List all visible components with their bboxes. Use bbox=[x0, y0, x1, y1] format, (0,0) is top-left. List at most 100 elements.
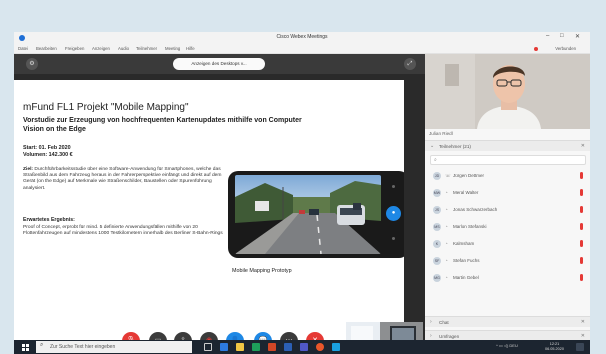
participant-row[interactable]: JS ◔ Jonas Schwarzerbach bbox=[425, 202, 590, 218]
webex-window: Cisco Webex Meetings – □ ✕ Datei Bearbei… bbox=[14, 32, 590, 354]
menu-freigeben[interactable]: Freigeben bbox=[65, 46, 84, 51]
phone-icon: ☏ bbox=[445, 173, 451, 178]
avatar: MW bbox=[433, 189, 441, 197]
edge-browser-icon[interactable] bbox=[220, 343, 228, 351]
participant-name: Jonas Schwarzerbach bbox=[453, 207, 498, 212]
participant-row[interactable]: K ◔ Kalmsham bbox=[425, 236, 590, 252]
outlook-icon[interactable] bbox=[284, 343, 292, 351]
taskbar-clock[interactable]: 12:21 06.05.2020 bbox=[545, 342, 564, 352]
shared-content-area: ⚙ Anzeigen des Desktops v... ⤢ mFund FL1… bbox=[14, 54, 425, 354]
view-dropdown[interactable]: Anzeigen des Desktops v... bbox=[173, 58, 265, 70]
task-view-icon[interactable] bbox=[204, 343, 212, 351]
computer-audio-icon: ◔ bbox=[445, 207, 448, 212]
window-title: Cisco Webex Meetings bbox=[276, 34, 328, 40]
muted-mic-icon[interactable] bbox=[580, 206, 583, 213]
result-text: Proof of Concept, erprobt für mind. 5 de… bbox=[23, 225, 223, 237]
muted-mic-icon[interactable] bbox=[580, 189, 583, 196]
computer-audio-icon: ◔ bbox=[445, 275, 448, 280]
connection-status: Verbunden bbox=[555, 46, 576, 51]
taskbar-search-input[interactable]: ⌕ Zur Suche Text hier eingeben bbox=[36, 341, 192, 353]
menu-datei[interactable]: Datei bbox=[18, 46, 28, 51]
avatar: SF bbox=[433, 257, 441, 265]
participant-name: Martin Gebel bbox=[453, 275, 479, 280]
webex-taskbar-icon[interactable] bbox=[332, 343, 340, 351]
avatar: MG bbox=[433, 274, 441, 282]
connection-status-icon bbox=[534, 47, 538, 51]
excel-icon[interactable] bbox=[252, 343, 260, 351]
search-placeholder: Zur Suche Text hier eingeben bbox=[50, 344, 116, 350]
menu-audio[interactable]: Audio bbox=[118, 46, 129, 51]
close-panel-icon[interactable]: ✕ bbox=[581, 333, 585, 339]
participant-row[interactable]: MW ◔ Meral Walter bbox=[425, 185, 590, 201]
menu-hilfe[interactable]: Hilfe bbox=[186, 46, 195, 51]
participant-name: Marlon Stefanski bbox=[453, 224, 487, 229]
goal-label: Ziel: bbox=[23, 167, 34, 172]
participants-header[interactable]: ⌄ Teilnehmer (21) ✕ bbox=[425, 140, 590, 151]
right-panel: Julian Riedl ⌄ Teilnehmer (21) ✕ ⌕ JD ☏ … bbox=[425, 54, 590, 354]
search-icon: ⌕ bbox=[40, 342, 44, 348]
minimize-icon[interactable]: – bbox=[546, 33, 549, 39]
slide-goal: Ziel: Durchführbarkeitsstudie über eine … bbox=[23, 167, 230, 192]
windows-taskbar: ⌕ Zur Suche Text hier eingeben ^ ▭ ◁) DE… bbox=[14, 340, 590, 354]
slide-title: mFund FL1 Projekt "Mobile Mapping" bbox=[23, 102, 189, 113]
menu-bearbeiten[interactable]: Bearbeiten bbox=[36, 46, 57, 51]
menu-bar: Datei Bearbeiten Freigeben Anzeigen Audi… bbox=[14, 44, 590, 54]
notification-icon[interactable] bbox=[576, 343, 584, 351]
result-heading: Erwartetes Ergebnis: bbox=[23, 217, 75, 223]
participant-search-input[interactable]: ⌕ bbox=[430, 155, 586, 165]
muted-mic-icon[interactable] bbox=[580, 240, 583, 247]
close-panel-icon[interactable]: ✕ bbox=[581, 143, 585, 149]
dashcam-road-image bbox=[235, 175, 381, 254]
muted-mic-icon[interactable] bbox=[580, 223, 583, 230]
expand-icon[interactable]: ⤢ bbox=[404, 58, 416, 70]
participant-row[interactable]: JD ☏ Jürgen Dettmer bbox=[425, 168, 590, 184]
computer-audio-icon: ◔ bbox=[445, 258, 448, 263]
participants-title: Teilnehmer (21) bbox=[439, 144, 471, 149]
smartphone-image: ● bbox=[228, 171, 404, 258]
teams-icon[interactable] bbox=[300, 343, 308, 351]
slide-caption: Mobile Mapping Prototyp bbox=[232, 268, 292, 274]
close-icon[interactable]: ✕ bbox=[575, 33, 580, 40]
maximize-icon[interactable]: □ bbox=[560, 33, 564, 39]
participant-row[interactable]: MG ◔ Martin Gebel bbox=[425, 270, 590, 286]
slide-volume: Volumen: 142.300 € bbox=[23, 152, 73, 158]
record-fab-icon: ● bbox=[386, 206, 401, 221]
menu-meeting[interactable]: Meeting bbox=[165, 46, 180, 51]
chevron-right-icon: › bbox=[430, 333, 432, 339]
muted-mic-icon[interactable] bbox=[580, 172, 583, 179]
participant-name: Stefan Fuchs bbox=[453, 258, 480, 263]
powerpoint-icon[interactable] bbox=[268, 343, 276, 351]
avatar: K bbox=[433, 240, 441, 248]
windows-start-icon[interactable] bbox=[22, 344, 29, 351]
computer-audio-icon: ◔ bbox=[445, 190, 448, 195]
participant-row[interactable]: MS ◔ Marlon Stefanski bbox=[425, 219, 590, 235]
avatar: JD bbox=[433, 172, 441, 180]
active-speaker-video bbox=[425, 54, 590, 129]
chevron-down-icon: ⌄ bbox=[430, 143, 435, 149]
title-bar: Cisco Webex Meetings – □ ✕ bbox=[14, 32, 590, 44]
muted-mic-icon[interactable] bbox=[580, 257, 583, 264]
system-tray[interactable]: ^ ▭ ◁) DEU bbox=[496, 343, 518, 348]
close-panel-icon[interactable]: ✕ bbox=[581, 319, 585, 325]
gear-icon[interactable]: ⚙ bbox=[26, 58, 38, 70]
phone-button-dot bbox=[392, 237, 395, 240]
participant-name: Jürgen Dettmer bbox=[453, 173, 485, 178]
polls-title: Umfragen bbox=[439, 334, 460, 339]
participant-row[interactable]: SF ◔ Stefan Fuchs bbox=[425, 253, 590, 269]
chat-panel-header[interactable]: › Chat ✕ bbox=[425, 316, 590, 327]
file-explorer-icon[interactable] bbox=[236, 343, 244, 351]
clock-date: 06.05.2020 bbox=[544, 347, 564, 351]
chevron-right-icon: › bbox=[430, 319, 432, 325]
slide-start: Start: 01. Feb 2020 bbox=[23, 145, 71, 151]
menu-teilnehmer[interactable]: Teilnehmer bbox=[136, 46, 157, 51]
avatar: JS bbox=[433, 206, 441, 214]
muted-mic-icon[interactable] bbox=[580, 274, 583, 281]
menu-anzeigen[interactable]: Anzeigen bbox=[92, 46, 110, 51]
chat-title: Chat bbox=[439, 320, 449, 325]
speaker-name: Julian Riedl bbox=[429, 131, 453, 136]
search-icon: ⌕ bbox=[434, 157, 437, 163]
computer-audio-icon: ◔ bbox=[445, 241, 448, 246]
slide-subtitle: Vorstudie zur Erzeugung von hochfrequent… bbox=[23, 117, 302, 133]
firefox-icon[interactable] bbox=[316, 343, 324, 351]
participant-name: Meral Walter bbox=[453, 190, 479, 195]
